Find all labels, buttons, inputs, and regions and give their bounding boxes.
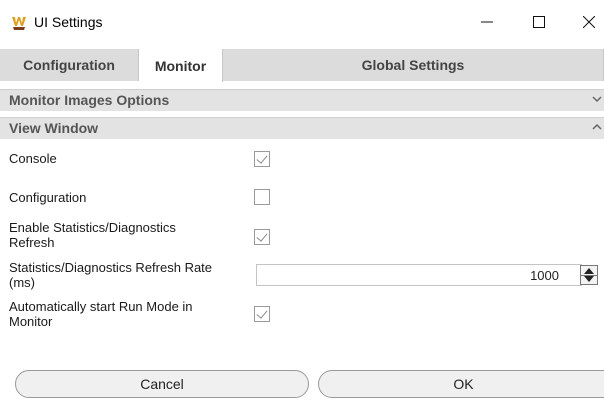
- title-bar[interactable]: UI Settings: [0, 0, 604, 44]
- chevron-down-icon: [592, 96, 602, 103]
- refresh-rate-label: Statistics/Diagnostics Refresh Rate (ms): [9, 260, 212, 290]
- close-button[interactable]: [566, 0, 604, 44]
- app-logo-icon: [10, 14, 28, 32]
- stats-refresh-label-line1: Enable Statistics/Diagnostics: [9, 220, 176, 235]
- tab-configuration[interactable]: Configuration: [0, 49, 139, 81]
- console-checkbox[interactable]: [254, 151, 270, 167]
- spin-down-icon[interactable]: [584, 276, 594, 282]
- cancel-button[interactable]: Cancel: [15, 370, 309, 398]
- console-label: Console: [9, 151, 57, 166]
- close-icon: [582, 16, 595, 28]
- refresh-rate-input[interactable]: 1000: [256, 264, 582, 286]
- ok-button[interactable]: OK: [318, 370, 604, 398]
- ui-settings-window: UI Settings Configuration Monitor Global…: [0, 0, 604, 413]
- configuration-label: Configuration: [9, 190, 87, 205]
- stats-refresh-label-line2: Refresh: [9, 235, 55, 250]
- auto-run-label-line2: Monitor: [9, 314, 53, 329]
- refresh-rate-label-line1: Statistics/Diagnostics Refresh Rate: [9, 260, 213, 275]
- section-title: Monitor Images Options: [9, 92, 170, 108]
- section-view-window[interactable]: View Window: [0, 117, 604, 139]
- tab-global-settings[interactable]: Global Settings: [223, 49, 604, 81]
- refresh-rate-stepper[interactable]: [580, 265, 598, 285]
- spin-up-icon[interactable]: [584, 268, 594, 274]
- refresh-rate-label-line2: (ms): [9, 275, 35, 290]
- tab-monitor[interactable]: Monitor: [139, 49, 223, 82]
- window-title: UI Settings: [34, 14, 103, 30]
- section-monitor-images-options[interactable]: Monitor Images Options: [0, 89, 604, 111]
- auto-run-label: Automatically start Run Mode in Monitor: [9, 299, 193, 329]
- maximize-icon: [532, 16, 545, 28]
- configuration-checkbox[interactable]: [254, 189, 270, 205]
- minimize-button[interactable]: [464, 0, 509, 44]
- maximize-button[interactable]: [516, 0, 561, 44]
- tab-bar: Configuration Monitor Global Settings: [0, 49, 604, 82]
- auto-run-label-line1: Automatically start Run Mode in: [9, 299, 193, 314]
- stats-refresh-label: Enable Statistics/Diagnostics Refresh: [9, 220, 176, 250]
- chevron-up-icon: [592, 123, 602, 130]
- stats-refresh-checkbox[interactable]: [254, 229, 270, 245]
- auto-run-checkbox[interactable]: [254, 306, 270, 322]
- minimize-icon: [480, 21, 493, 23]
- refresh-rate-value: 1000: [530, 268, 559, 283]
- section-title: View Window: [9, 120, 99, 136]
